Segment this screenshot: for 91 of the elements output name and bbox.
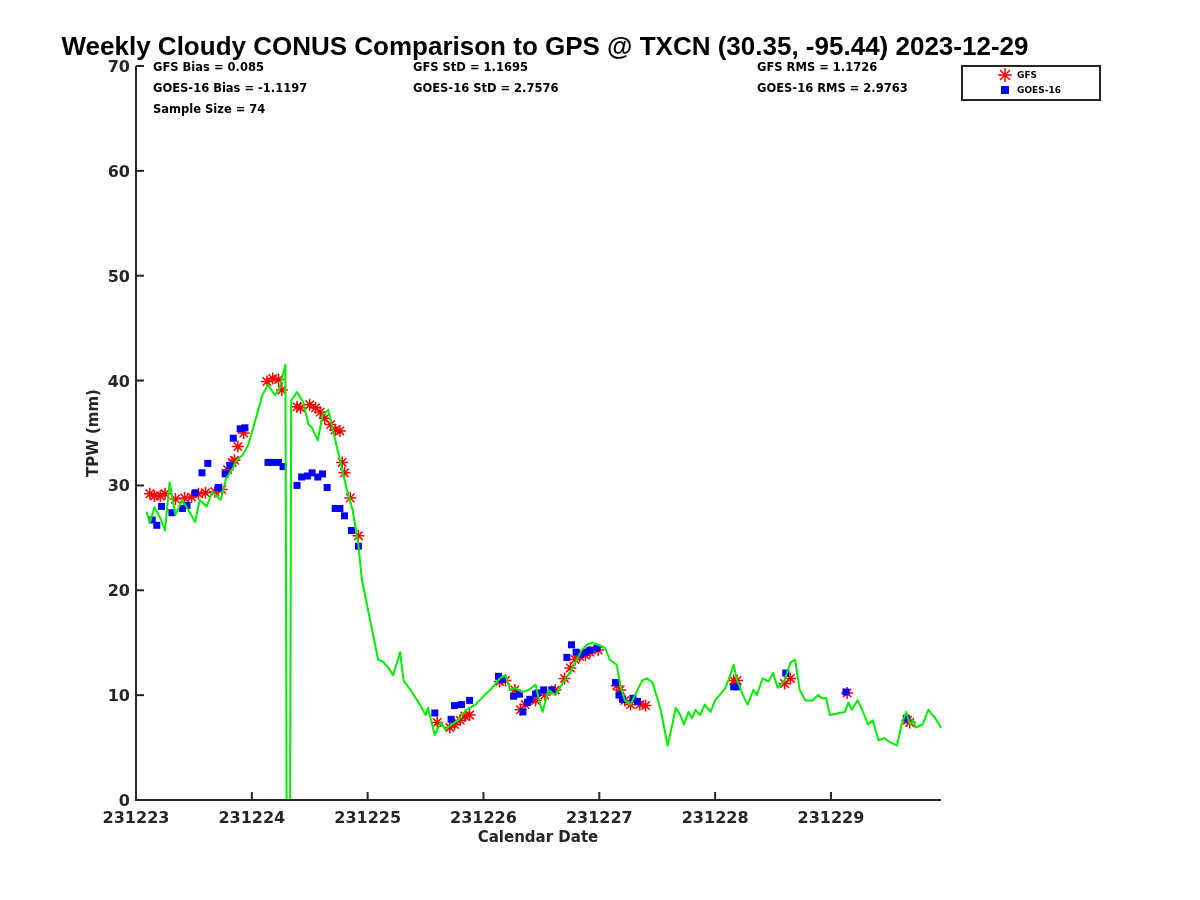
tick-label: 50 [107,266,130,286]
square-marker [354,542,362,550]
asterisk-marker [568,652,582,667]
asterisk-marker [343,491,358,505]
asterisk-marker [143,487,157,501]
asterisk-marker [265,371,280,386]
square-marker [191,489,199,497]
asterisk-marker [290,400,304,414]
asterisk-marker [177,491,192,505]
square-marker [842,688,850,696]
asterisk-marker [623,697,638,712]
square-marker [204,459,212,467]
asterisk-marker [563,661,578,675]
tick-label: 10 [107,686,130,706]
tick-label: 60 [107,161,130,181]
square-marker [214,484,222,491]
statistic-text: GOES-16 StD = 2.7576 [413,81,559,95]
asterisk-marker [462,708,477,722]
asterisk-marker [323,417,338,432]
asterisk-marker [231,439,245,454]
asterisk-marker [260,374,274,389]
asterisk-marker [453,713,468,728]
tick-label: 231229 [797,808,865,827]
asterisk-marker [220,462,235,477]
asterisk-marker [613,683,627,697]
asterisk-marker [583,645,597,659]
statistic-text: GOES-16 RMS = 2.9763 [757,81,908,95]
asterisk-marker [548,683,563,697]
square-marker [612,679,619,687]
asterisk-marker [302,397,317,412]
asterisk-marker [618,693,632,708]
statistic-text: Sample Size = 74 [153,102,266,116]
statistic-text: GFS StD = 1.1695 [413,60,528,74]
asterisk-marker [214,482,229,497]
asterisk-marker [318,411,332,426]
asterisk-marker [513,703,528,717]
asterisk-marker [328,423,342,437]
asterisk-marker [147,489,162,503]
tick-label: 20 [107,581,130,601]
axis-label: TPW (mm) [84,389,102,477]
legend-label: GFS [1017,70,1038,80]
square-marker [323,484,331,491]
asterisk-marker [777,676,792,691]
asterisk-marker [557,671,572,686]
asterisk-marker [783,671,798,686]
statistic-text: GFS RMS = 1.1726 [757,60,878,74]
square-marker [519,708,527,716]
legend-label: GOES-16 [1017,85,1061,95]
asterisk-marker [638,698,653,713]
asterisk-marker [335,455,349,470]
asterisk-marker [498,673,513,688]
asterisk-marker [275,383,289,397]
square-marker [158,502,165,510]
square-marker [902,714,910,722]
statistic-text: GOES-16 Bias = -1.1197 [153,81,308,95]
asterisk-marker [208,484,222,499]
asterisk-marker [337,466,352,480]
asterisk-marker [198,486,213,500]
asterisk-marker [333,424,347,438]
tick-label: 231228 [681,808,749,827]
square-marker [782,669,790,677]
asterisk-marker [430,715,444,730]
tick-label: 0 [118,791,130,810]
asterisk-marker [458,709,472,723]
asterisk-marker [518,697,532,712]
asterisk-marker [313,405,327,419]
asterisk-marker [840,686,854,700]
asterisk-marker [191,487,206,501]
tick-label: 30 [107,476,130,496]
square-marker [198,469,206,477]
statistic-text: GFS Bias = 0.085 [153,60,264,74]
asterisk-marker [443,720,457,735]
asterisk-marker [158,487,172,501]
asterisk-marker [293,401,308,415]
tick-label: 231226 [450,808,517,827]
asterisk-marker [633,697,647,712]
square-marker [347,527,355,534]
square-marker [447,715,455,723]
asterisk-marker [351,529,366,543]
asterisk-marker [168,492,183,506]
axis-label: Calendar Date [477,828,599,846]
tick-label: 40 [107,371,130,391]
asterisk-marker [184,490,199,504]
tick-label: 231223 [102,808,170,827]
tick-label: 231225 [334,808,402,827]
tick-label: 231227 [565,808,633,827]
asterisk-marker [308,401,323,415]
tick-label: 231224 [218,808,286,827]
square-marker [168,509,176,517]
square-marker [431,709,439,717]
asterisk-marker [271,372,286,387]
